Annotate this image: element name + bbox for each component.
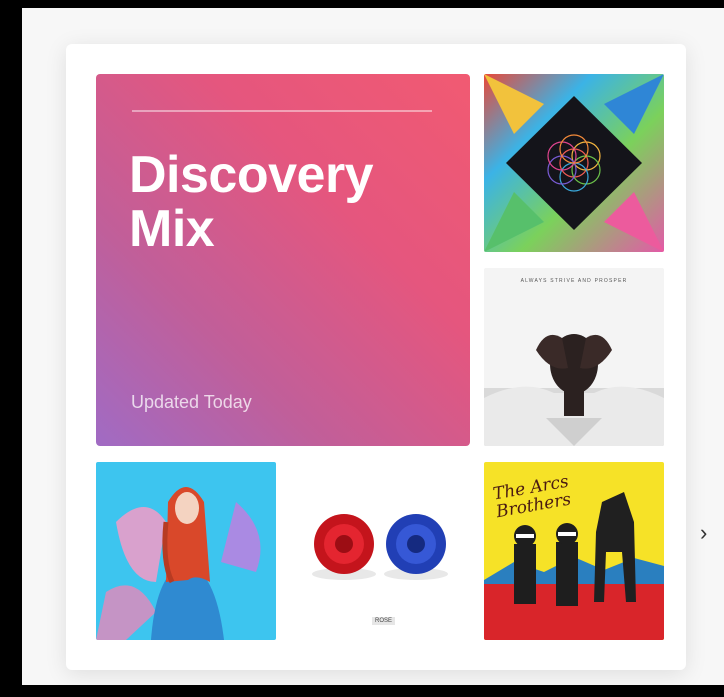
album-cover-3[interactable] xyxy=(96,462,276,640)
album-cover-2[interactable]: ALWAYS STRIVE AND PROSPER xyxy=(484,268,664,446)
portrait-art xyxy=(484,334,664,446)
album-caption: ALWAYS STRIVE AND PROSPER xyxy=(520,278,628,284)
roses-art xyxy=(290,462,470,640)
kaleidoscope-art xyxy=(484,74,664,252)
mix-title: Discovery Mix xyxy=(129,148,449,256)
discovery-mix-tile[interactable]: Discovery Mix Updated Today xyxy=(96,74,470,446)
redhead-art xyxy=(96,462,276,640)
mix-subtitle: Updated Today xyxy=(131,392,252,412)
mix-title-line2: Mix xyxy=(129,200,215,258)
hero-divider xyxy=(132,110,432,112)
album-cover-1[interactable] xyxy=(484,74,664,252)
album-cover-4[interactable]: ROSE xyxy=(290,462,470,640)
mix-title-line1: Discovery xyxy=(129,146,374,204)
chevron-right-icon[interactable]: › xyxy=(700,520,712,550)
album-tag: ROSE xyxy=(372,617,396,625)
album-cover-5[interactable]: The Arcs Brothers xyxy=(484,462,664,640)
